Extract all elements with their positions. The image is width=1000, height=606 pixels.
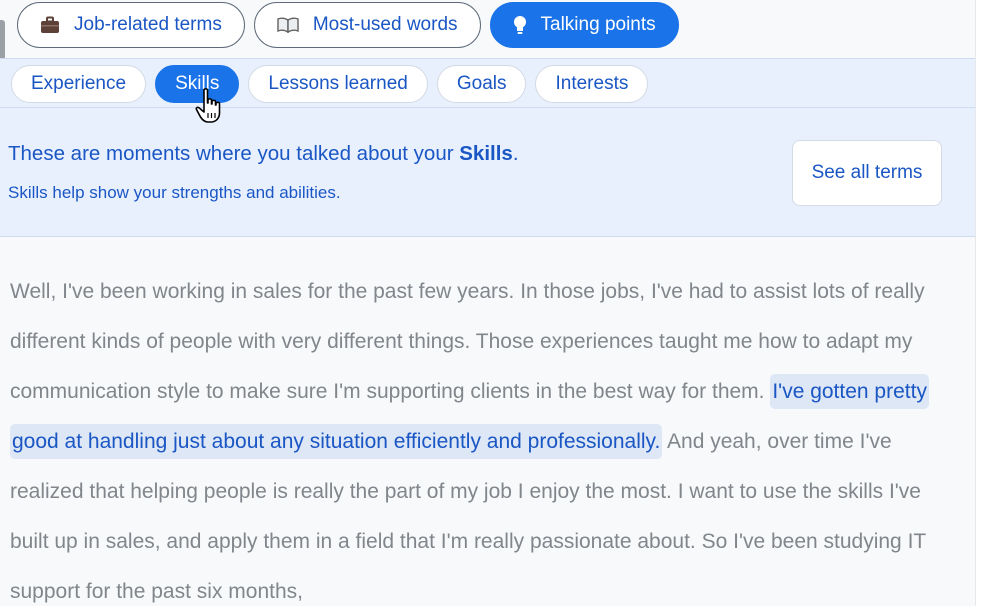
lightbulb-icon (513, 15, 527, 35)
tab-talking-points[interactable]: Talking points (489, 2, 679, 48)
section-headline: These are moments where you talked about… (8, 142, 519, 166)
chip-experience[interactable]: Experience (11, 65, 147, 103)
tab-most-used-words[interactable]: Most-used words (253, 2, 481, 48)
book-icon (277, 17, 299, 33)
interview-feedback-panel: Job-related terms Most-used words Talkin… (0, 0, 975, 606)
headline-punctuation: . (512, 142, 519, 165)
section-description: Skills help show your strengths and abil… (8, 183, 341, 202)
hand-pointer-icon (195, 88, 221, 123)
insight-tabs: Job-related terms Most-used words Talkin… (17, 2, 679, 48)
talking-point-filters: Experience Skills Lessons learned Goals … (11, 65, 649, 103)
headline-term: Skills (459, 142, 513, 165)
briefcase-icon (40, 16, 60, 34)
chip-interests[interactable]: Interests (535, 65, 649, 103)
chip-goals[interactable]: Goals (436, 65, 527, 103)
tab-label: Most-used words (312, 14, 458, 35)
chip-lessons-learned[interactable]: Lessons learned (248, 65, 428, 103)
tab-job-related-terms[interactable]: Job-related terms (17, 2, 245, 48)
section-divider (0, 107, 975, 108)
right-edge-panel (975, 0, 1000, 606)
see-all-terms-button[interactable]: See all terms (792, 140, 942, 206)
tab-label: Job-related terms (74, 14, 222, 35)
answer-transcript: Well, I've been working in sales for the… (10, 267, 960, 606)
tab-label: Talking points (540, 14, 656, 35)
headline-text: These are moments where you talked about… (8, 142, 460, 165)
